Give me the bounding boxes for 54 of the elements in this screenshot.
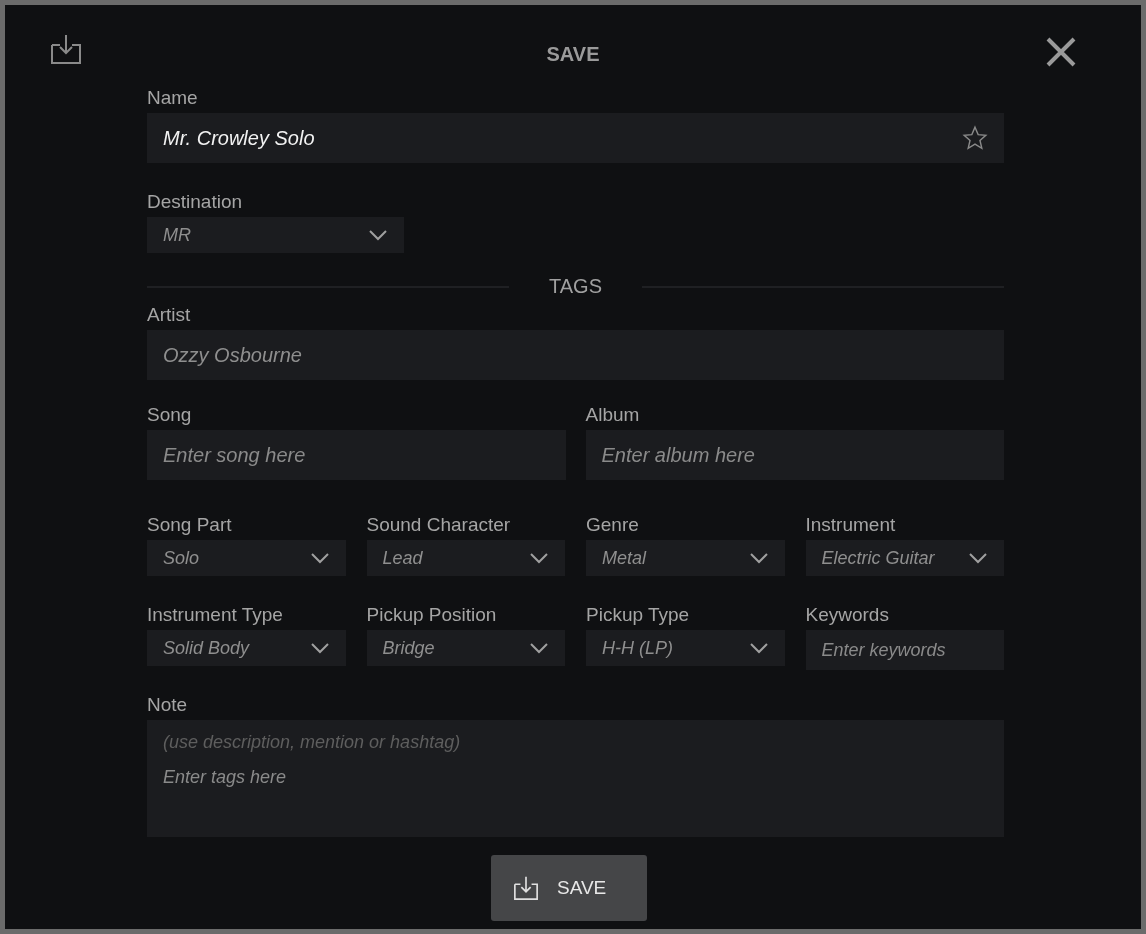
chevron-icon [309, 552, 330, 564]
dropdown[interactable]: Lead [366, 540, 565, 576]
field-label: Instrument [805, 514, 897, 536]
name-value: Mr. Crowley Solo [163, 126, 316, 150]
download-icon[interactable] [50, 33, 82, 65]
field-label: Pickup Type [586, 604, 691, 626]
field-label: Song Part [147, 514, 233, 536]
star-icon[interactable] [962, 125, 988, 151]
dropdown[interactable]: Solid Body [147, 630, 346, 666]
field-label: Sound Character [366, 514, 512, 536]
dropdown[interactable]: Electric Guitar [805, 540, 1004, 576]
section-heading: TAGS [549, 275, 602, 298]
song-field[interactable]: Enter song here [147, 430, 566, 480]
album-field[interactable]: Enter album here [585, 430, 1004, 480]
dropdown-value: Solo [163, 547, 200, 569]
note-field[interactable]: Enter tags here [147, 753, 1004, 837]
chevron-icon [529, 642, 549, 654]
dropdown-value: H-H (LP) [602, 637, 673, 659]
download-icon [513, 875, 539, 901]
dropdown[interactable]: Metal [586, 540, 785, 576]
artist-field[interactable]: Ozzy Osbourne [147, 330, 1004, 380]
chevron-icon [968, 552, 988, 564]
dropdown[interactable]: H-H (LP) [586, 630, 785, 666]
chevron-icon [748, 642, 769, 654]
field-label: Destination [147, 191, 244, 213]
artist-value: Ozzy Osbourne [163, 343, 302, 367]
dropdown[interactable]: Solo [147, 540, 346, 576]
dropdown-value: Solid Body [163, 637, 250, 659]
hint-text: (use description, mention or hashtag) [147, 720, 1004, 753]
field-label: Artist [147, 304, 192, 326]
destination-dropdown[interactable]: MR [147, 217, 404, 253]
field-label: Album [585, 404, 641, 426]
field-label: Keywords [805, 604, 890, 626]
dropdown[interactable]: Bridge [366, 630, 565, 666]
close-icon[interactable] [1046, 37, 1076, 67]
dialog-title: SAVE [546, 43, 600, 66]
name-field[interactable]: Mr. Crowley Solo [147, 113, 1004, 163]
field-label: Song [147, 404, 193, 426]
dropdown-value: Electric Guitar [821, 547, 935, 569]
dropdown-value: Metal [602, 547, 646, 569]
dropdown-value: Lead [382, 547, 423, 569]
save-button[interactable]: SAVE [491, 855, 647, 921]
chevron-icon [309, 642, 330, 654]
field-label: Note [147, 694, 189, 716]
chevron-icon [748, 552, 769, 564]
field-label: Instrument Type [147, 604, 284, 626]
dropdown-value: MR [163, 224, 191, 246]
field-label: Name [147, 87, 199, 109]
chevron-icon [368, 229, 388, 241]
dropdown-value: Bridge [382, 637, 435, 659]
field-label: Genre [586, 514, 640, 536]
chevron-icon [529, 552, 549, 564]
field-label: Pickup Position [366, 604, 498, 626]
keywords-field[interactable]: Enter keywords [805, 630, 1004, 670]
